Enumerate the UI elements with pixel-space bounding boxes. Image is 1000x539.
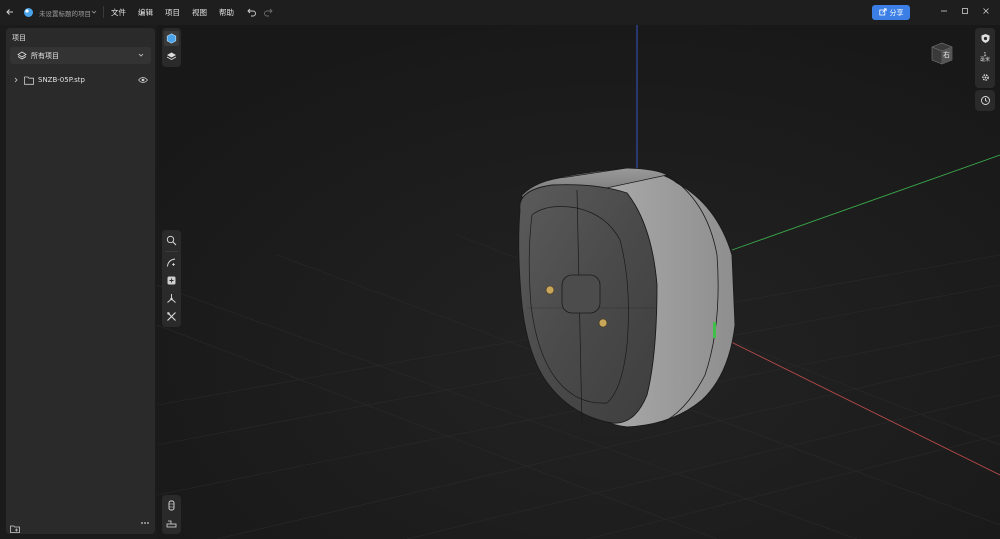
menu-view[interactable]: 视图 <box>192 7 207 18</box>
divider <box>165 251 178 252</box>
section-button[interactable] <box>164 498 179 513</box>
settings-button[interactable] <box>978 70 993 85</box>
menu-edit[interactable]: 编辑 <box>138 7 153 18</box>
divider <box>103 6 104 18</box>
tree-item[interactable]: SNZB-05P.stp <box>10 73 151 87</box>
title-bar: 未设置标题的项目 文件 编辑 项目 视图 帮助 分享 <box>0 0 1000 25</box>
history-icon <box>980 91 991 110</box>
zoom-icon <box>166 231 177 250</box>
share-button[interactable]: 分享 <box>872 5 910 20</box>
project-select[interactable]: 所有项目 <box>10 47 151 64</box>
chevron-down-icon <box>137 51 145 59</box>
view-cube[interactable]: 右 <box>929 40 955 66</box>
menu-file[interactable]: 文件 <box>111 7 126 18</box>
share-icon <box>878 7 887 18</box>
undo-icon[interactable] <box>246 6 258 18</box>
unit-label: 毫米 <box>979 57 990 63</box>
chevron-down-icon[interactable] <box>90 7 98 17</box>
3d-viewport[interactable] <box>157 25 1000 539</box>
project-title[interactable]: 未设置标题的项目 <box>39 8 91 18</box>
back-icon[interactable] <box>4 6 16 18</box>
panel-title: 项目 <box>12 34 26 42</box>
hexagon-icon <box>166 29 177 48</box>
tools-button[interactable] <box>164 309 179 324</box>
project-panel: 项目 所有项目 SNZB-05P.stp <box>6 28 155 534</box>
render-mode-button[interactable] <box>164 31 179 46</box>
minimize-icon[interactable] <box>936 4 952 18</box>
menu-project[interactable]: 项目 <box>165 7 180 18</box>
sketch-button[interactable] <box>164 255 179 270</box>
measure-button[interactable] <box>164 516 179 531</box>
project-select-label: 所有项目 <box>31 51 59 60</box>
transform-icon <box>166 289 177 308</box>
settings-icon <box>980 68 991 87</box>
layers-button[interactable] <box>164 49 179 64</box>
history-button[interactable] <box>978 93 993 108</box>
box-add-button[interactable] <box>164 273 179 288</box>
app-logo-icon[interactable] <box>22 6 34 18</box>
tree-item-label: SNZB-05P.stp <box>38 76 85 84</box>
sketch-icon <box>166 253 177 272</box>
display-toolbar <box>162 28 181 67</box>
more-icon[interactable] <box>140 519 150 529</box>
modeling-toolbar <box>162 230 181 327</box>
section-icon <box>166 496 177 515</box>
shield-icon <box>980 29 991 48</box>
share-label: 分享 <box>889 8 904 17</box>
layers-icon <box>17 51 27 61</box>
measure-icon <box>166 514 177 533</box>
maximize-icon[interactable] <box>957 4 973 18</box>
folder-icon <box>24 76 34 85</box>
menu-help[interactable]: 帮助 <box>219 7 234 18</box>
history-toolbar <box>975 90 995 111</box>
view-cube-face-label: 右 <box>943 51 950 59</box>
box-add-icon <box>166 271 177 290</box>
bottom-toolbar <box>162 495 181 534</box>
scene-canvas <box>157 25 1000 539</box>
layers-icon <box>166 47 177 66</box>
redo-icon[interactable] <box>262 6 274 18</box>
right-toolbar: 1 毫米 <box>975 28 995 88</box>
close-icon[interactable] <box>978 4 994 18</box>
units-button[interactable]: 1 毫米 <box>978 49 993 67</box>
transform-button[interactable] <box>164 291 179 306</box>
chevron-right-icon[interactable] <box>12 76 20 84</box>
eye-icon[interactable] <box>138 76 148 84</box>
3d-model[interactable] <box>518 167 736 428</box>
zoom-button[interactable] <box>164 233 179 248</box>
add-folder-icon[interactable] <box>10 519 20 533</box>
tools-icon <box>166 307 177 326</box>
material-button[interactable] <box>978 31 993 46</box>
